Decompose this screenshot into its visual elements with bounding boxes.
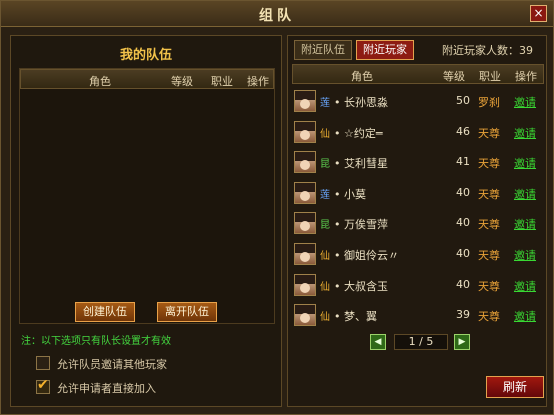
invite-link[interactable]: 邀请 xyxy=(514,155,536,171)
window-title: 组队 xyxy=(259,8,295,24)
invite-link[interactable]: 邀请 xyxy=(514,216,536,232)
player-level: 50 xyxy=(456,94,470,107)
leader-note: 注：以下选项只有队长设置才有效 xyxy=(21,336,171,347)
nearby-player-list: 莲 • 长孙思淼 50 罗刹 邀请仙 • ☆约定═ 46 天尊 邀请昆 • 艾利彗星 41 天尊 邀请莲… xyxy=(292,86,544,331)
player-row: 仙 • ☆约定═ 46 天尊 邀请 xyxy=(292,117,544,148)
player-row: 昆 • 艾利彗星 41 天尊 邀请 xyxy=(292,147,544,178)
avatar xyxy=(294,181,316,204)
avatar xyxy=(294,304,316,327)
avatar xyxy=(294,151,316,174)
checkmark-icon: ✔ xyxy=(37,377,49,393)
invite-link[interactable]: 邀请 xyxy=(514,247,536,263)
leave-team-button[interactable]: 离开队伍 xyxy=(157,302,217,322)
player-job: 天尊 xyxy=(478,218,500,232)
player-job: 天尊 xyxy=(478,248,500,262)
direct-join-label: 允许申请者直接加入 xyxy=(57,382,156,395)
refresh-button[interactable]: 刷新 xyxy=(486,376,544,398)
player-name: • 大叔含玉 xyxy=(334,279,388,293)
avatar xyxy=(294,273,316,296)
class-icon: 仙 xyxy=(320,281,330,293)
player-row: 仙 • 大叔含玉 40 天尊 邀请 xyxy=(292,270,544,301)
column-job: 职业 xyxy=(211,75,233,88)
nearby-panel: 附近队伍 附近玩家 附近玩家人数：39 角色 等级 职业 操作 莲 • 长孙思淼 5… xyxy=(287,35,547,407)
player-row: 昆 • 万俟雪萍 40 天尊 邀请 xyxy=(292,208,544,239)
direct-join-checkbox[interactable]: ✔ xyxy=(36,377,50,394)
player-job: 罗刹 xyxy=(478,96,500,109)
class-icon: 仙 xyxy=(320,312,330,324)
player-job: 天尊 xyxy=(478,157,500,171)
tab-nearby-players[interactable]: 附近玩家 xyxy=(356,40,414,60)
my-team-table-header: 角色 等级 职业 操作 xyxy=(20,69,274,89)
prev-page-icon[interactable]: ◀ xyxy=(370,334,386,350)
column-role: 角色 xyxy=(351,70,373,83)
player-name: • 梦、翼 xyxy=(334,310,377,324)
player-job: 天尊 xyxy=(478,279,500,293)
invite-others-label: 允许队员邀请其他玩家 xyxy=(57,358,167,371)
player-job: 天尊 xyxy=(478,310,500,324)
invite-link[interactable]: 邀请 xyxy=(514,125,536,141)
player-row: 莲 • 小莫 40 天尊 邀请 xyxy=(292,178,544,209)
invite-others-checkbox[interactable] xyxy=(36,356,50,370)
player-row: 莲 • 长孙思淼 50 罗刹 邀请 xyxy=(292,86,544,117)
player-level: 39 xyxy=(456,308,470,322)
avatar xyxy=(294,212,316,235)
class-icon: 昆 xyxy=(320,159,330,171)
my-team-list: 角色 等级 职业 操作 xyxy=(19,68,275,324)
class-icon: 仙 xyxy=(320,250,330,262)
player-name: • 小莫 xyxy=(334,187,366,201)
my-team-panel: 我的队伍 角色 等级 职业 操作 创建队伍 离开队伍 注：以下选项只有队长设置才… xyxy=(10,35,282,407)
invite-link[interactable]: 邀请 xyxy=(514,94,536,110)
player-job: 天尊 xyxy=(478,187,500,201)
player-name: • 万俟雪萍 xyxy=(334,218,388,232)
player-level: 40 xyxy=(456,246,470,260)
column-level: 等级 xyxy=(171,75,193,88)
column-action: 操作 xyxy=(247,75,269,88)
column-role: 角色 xyxy=(89,75,111,88)
my-team-title: 我的队伍 xyxy=(119,48,172,63)
create-team-button[interactable]: 创建队伍 xyxy=(75,302,135,322)
tab-nearby-teams[interactable]: 附近队伍 xyxy=(294,40,352,60)
player-name: • 长孙思淼 xyxy=(334,96,388,109)
pager: ◀ 1 / 5 ▶ xyxy=(370,334,470,352)
nearby-table-header: 角色 等级 职业 操作 xyxy=(292,64,544,84)
page-indicator: 1 / 5 xyxy=(394,334,448,350)
player-level: 41 xyxy=(456,155,470,169)
column-level: 等级 xyxy=(443,70,465,83)
avatar xyxy=(294,90,316,112)
avatar xyxy=(294,120,316,143)
player-job: 天尊 xyxy=(478,126,500,140)
nearby-player-count: 附近玩家人数：39 xyxy=(442,44,533,57)
next-page-icon[interactable]: ▶ xyxy=(454,334,470,350)
column-job: 职业 xyxy=(479,70,501,83)
class-icon: 莲 xyxy=(320,98,330,109)
class-icon: 仙 xyxy=(320,128,330,140)
invite-link[interactable]: 邀请 xyxy=(514,186,536,202)
close-icon[interactable]: × xyxy=(530,5,547,22)
invite-link[interactable]: 邀请 xyxy=(514,278,536,294)
column-action: 操作 xyxy=(515,70,537,83)
class-icon: 莲 xyxy=(320,189,330,201)
player-name: • ☆约定═ xyxy=(334,126,383,140)
player-name: • 艾利彗星 xyxy=(334,157,388,171)
class-icon: 昆 xyxy=(320,220,330,232)
title-bar: 组队 × xyxy=(1,1,553,27)
player-row: 仙 • 梦、翼 39 天尊 邀请 xyxy=(292,300,544,331)
player-level: 40 xyxy=(456,277,470,291)
player-name: • 御姐伶云〃 xyxy=(334,248,399,262)
player-level: 40 xyxy=(456,185,470,199)
player-level: 40 xyxy=(456,216,470,230)
team-window: 组队 × 我的队伍 角色 等级 职业 操作 创建队伍 离开队伍 注：以下选项只有… xyxy=(0,0,554,415)
player-row: 仙 • 御姐伶云〃 40 天尊 邀请 xyxy=(292,239,544,270)
invite-link[interactable]: 邀请 xyxy=(514,308,536,324)
avatar xyxy=(294,242,316,265)
player-level: 46 xyxy=(456,124,470,138)
